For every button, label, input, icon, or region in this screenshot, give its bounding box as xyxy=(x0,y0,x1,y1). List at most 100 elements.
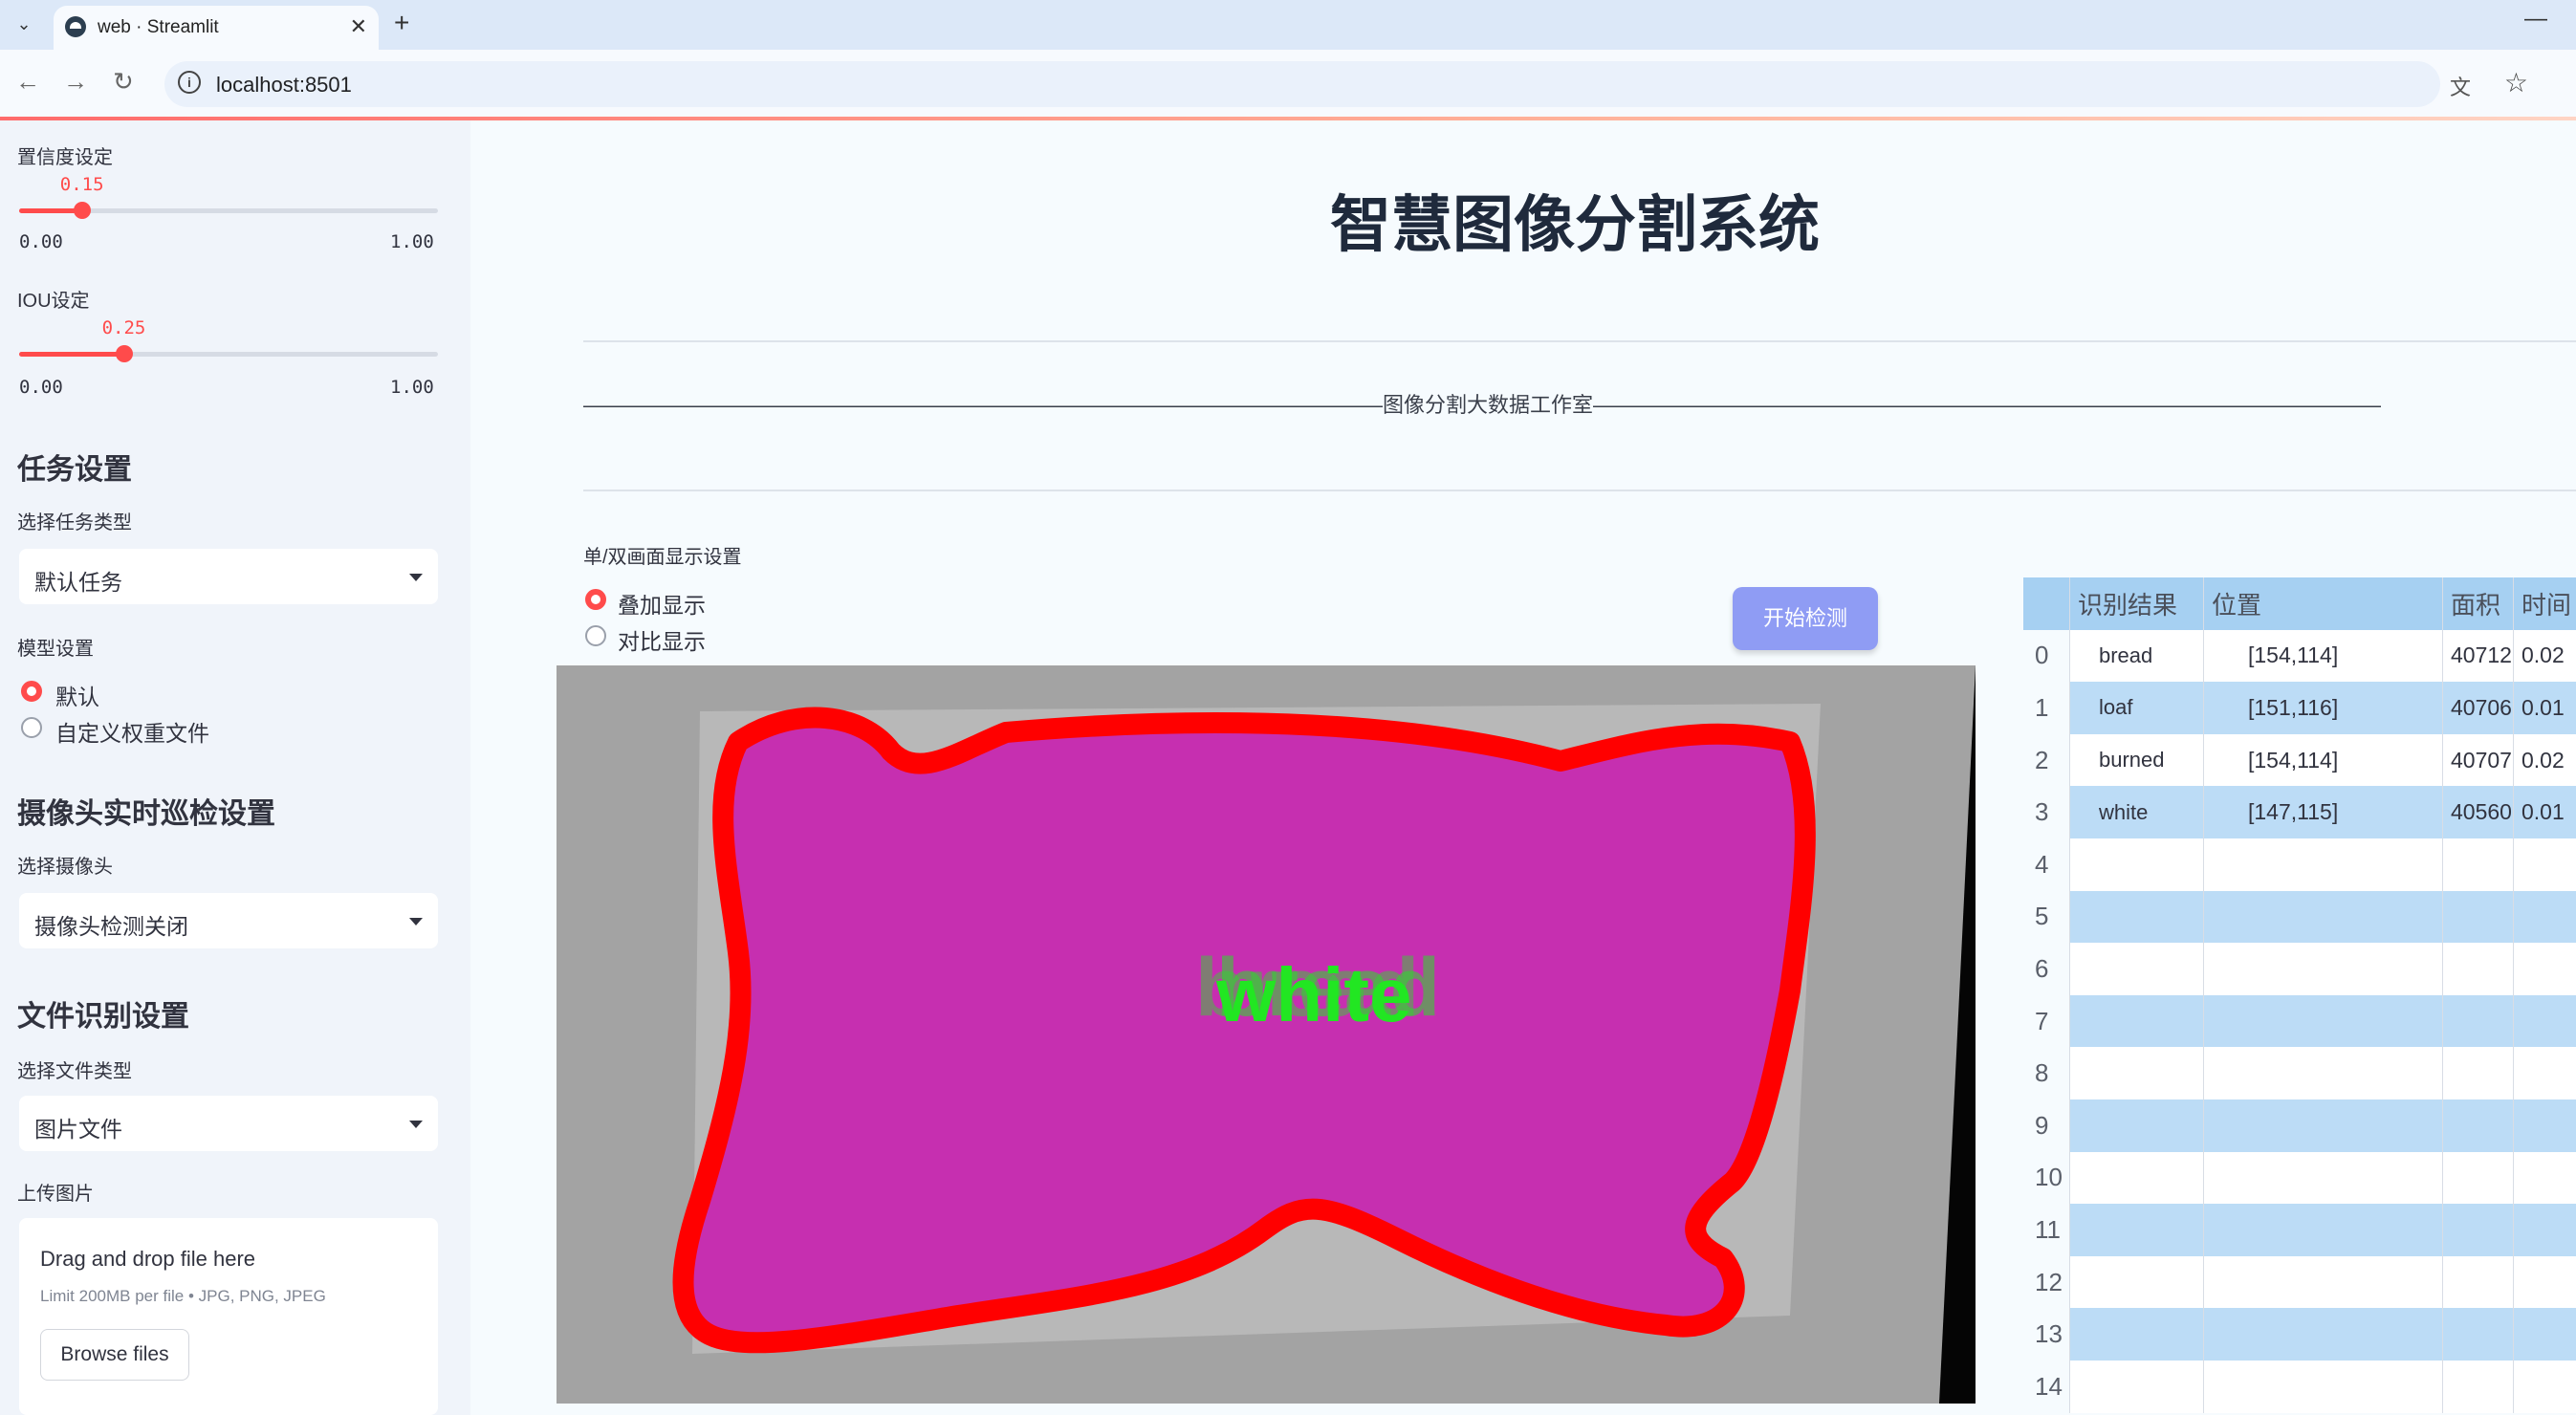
row-index: 5 xyxy=(2023,890,2069,944)
time-cell: 0.02 xyxy=(2513,733,2576,787)
time-cell xyxy=(2513,1099,2576,1152)
camera-label: 选择摄像头 xyxy=(17,857,113,878)
display-option-overlay[interactable]: 叠加显示 xyxy=(618,587,706,620)
iou-slider-thumb[interactable] xyxy=(115,345,133,362)
site-info-icon[interactable]: i xyxy=(178,71,201,94)
browse-files-button[interactable]: Browse files xyxy=(40,1329,189,1381)
table-row[interactable]: 1 loaf [151,116] 40706 0.01 xyxy=(2023,682,2576,734)
table-row[interactable]: 13 xyxy=(2023,1308,2576,1361)
table-row[interactable]: 10 xyxy=(2023,1151,2576,1205)
confidence-slider[interactable] xyxy=(19,202,438,219)
camera-value: 摄像头检测关闭 xyxy=(34,914,188,939)
position-cell: [151,116] xyxy=(2203,682,2442,734)
address-bar: ← → ↻ i localhost:8501 文 ☆ xyxy=(0,50,2576,119)
result-cell xyxy=(2069,1204,2203,1256)
position-cell xyxy=(2203,1204,2442,1256)
header-position[interactable]: 位置 xyxy=(2203,577,2442,630)
camera-section-heading: 摄像头实时巡检设置 xyxy=(17,798,275,830)
close-tab-icon[interactable]: ✕ xyxy=(350,14,367,39)
url-field[interactable]: i localhost:8501 xyxy=(164,61,2440,107)
tab-list-chevron-icon[interactable]: ⌄ xyxy=(10,10,38,38)
area-cell: 40707 xyxy=(2442,733,2513,787)
main-content: 智慧图像分割系统 ———————————————————————————————… xyxy=(470,120,2576,1415)
segmentation-overlay-svg: bread bread white xyxy=(557,665,1976,1404)
table-row[interactable]: 5 xyxy=(2023,890,2576,944)
start-detection-button[interactable]: 开始检测 xyxy=(1733,587,1878,650)
display-radio-compare[interactable] xyxy=(585,625,606,646)
sidebar: 置信度设定 0.15 0.00 1.00 IOU设定 0.25 0.00 1.0… xyxy=(0,120,470,1415)
dropzone-limit: Limit 200MB per file • JPG, PNG, JPEG xyxy=(40,1287,326,1305)
table-row[interactable]: 0 bread [154,114] 40712 0.02 xyxy=(2023,629,2576,683)
header-index-cell xyxy=(2023,577,2069,630)
studio-subtitle: ——————————————————————————————————————图像… xyxy=(583,393,2381,417)
camera-select[interactable]: 摄像头检测关闭 xyxy=(19,893,438,948)
file-section-heading: 文件识别设置 xyxy=(17,1001,189,1033)
translate-icon[interactable]: 文 xyxy=(2450,71,2471,101)
result-cell xyxy=(2069,1255,2203,1309)
table-row[interactable]: 7 xyxy=(2023,994,2576,1048)
time-cell: 0.02 xyxy=(2513,629,2576,683)
file-type-select[interactable]: 图片文件 xyxy=(19,1096,438,1151)
result-cell xyxy=(2069,1047,2203,1099)
display-mode-label: 单/双画面显示设置 xyxy=(583,547,742,568)
caret-down-icon xyxy=(409,1121,423,1128)
time-cell xyxy=(2513,838,2576,891)
area-cell: 40560 xyxy=(2442,786,2513,838)
table-row[interactable]: 12 xyxy=(2023,1255,2576,1309)
url-text[interactable]: localhost:8501 xyxy=(216,73,352,98)
header-time[interactable]: 时间 xyxy=(2513,577,2576,630)
streamlit-favicon-icon xyxy=(65,16,86,37)
time-cell xyxy=(2513,1151,2576,1205)
back-arrow-icon[interactable]: ← xyxy=(15,67,40,97)
browser-tab[interactable]: web · Streamlit ✕ xyxy=(54,6,379,50)
caret-down-icon xyxy=(409,574,423,581)
time-cell xyxy=(2513,1308,2576,1361)
table-row[interactable]: 8 xyxy=(2023,1047,2576,1099)
header-area[interactable]: 面积 xyxy=(2442,577,2513,630)
table-row[interactable]: 2 burned [154,114] 40707 0.02 xyxy=(2023,733,2576,787)
result-cell xyxy=(2069,994,2203,1048)
position-cell xyxy=(2203,1255,2442,1309)
iou-slider-fill xyxy=(19,352,124,357)
reload-icon[interactable]: ↻ xyxy=(113,67,134,97)
row-index: 9 xyxy=(2023,1099,2069,1152)
area-cell: 40706 xyxy=(2442,682,2513,734)
position-cell xyxy=(2203,994,2442,1048)
table-row[interactable]: 3 white [147,115] 40560 0.01 xyxy=(2023,786,2576,838)
time-cell xyxy=(2513,890,2576,944)
results-table[interactable]: 识别结果 位置 面积 时间 0 bread [154,114] 40712 0.02 1 l… xyxy=(2023,577,2576,1415)
position-cell xyxy=(2203,943,2442,995)
row-index: 13 xyxy=(2023,1308,2069,1361)
header-result[interactable]: 识别结果 xyxy=(2069,577,2203,630)
time-cell xyxy=(2513,943,2576,995)
model-option-default[interactable]: 默认 xyxy=(55,679,99,711)
iou-max: 1.00 xyxy=(390,377,434,398)
display-option-compare[interactable]: 对比显示 xyxy=(618,623,706,656)
time-cell xyxy=(2513,1255,2576,1309)
confidence-slider-thumb[interactable] xyxy=(73,202,91,219)
file-dropzone[interactable]: Drag and drop file here Limit 200MB per … xyxy=(19,1218,438,1415)
row-index: 4 xyxy=(2023,838,2069,891)
iou-slider[interactable] xyxy=(19,345,438,362)
result-cell: burned xyxy=(2069,733,2203,787)
table-row[interactable]: 11 xyxy=(2023,1204,2576,1256)
forward-arrow-icon[interactable]: → xyxy=(63,67,88,97)
model-option-custom[interactable]: 自定义权重文件 xyxy=(55,715,209,748)
position-cell: [154,114] xyxy=(2203,733,2442,787)
dropzone-title: Drag and drop file here xyxy=(40,1247,256,1271)
new-tab-plus-icon[interactable]: + xyxy=(394,8,409,38)
model-radio-custom[interactable] xyxy=(21,717,42,738)
display-radio-overlay[interactable] xyxy=(585,589,606,610)
bookmark-star-icon[interactable]: ☆ xyxy=(2504,67,2528,98)
table-row[interactable]: 6 xyxy=(2023,943,2576,995)
table-row[interactable]: 14 xyxy=(2023,1361,2576,1413)
table-header-row: 识别结果 位置 面积 时间 xyxy=(2023,577,2576,630)
table-row[interactable]: 4 xyxy=(2023,838,2576,891)
model-radio-default[interactable] xyxy=(21,681,42,702)
task-type-select[interactable]: 默认任务 xyxy=(19,549,438,604)
table-row[interactable]: 9 xyxy=(2023,1099,2576,1152)
position-cell xyxy=(2203,1047,2442,1099)
row-index: 10 xyxy=(2023,1151,2069,1205)
minimize-window-icon[interactable]: — xyxy=(2524,6,2547,33)
position-cell xyxy=(2203,1361,2442,1413)
